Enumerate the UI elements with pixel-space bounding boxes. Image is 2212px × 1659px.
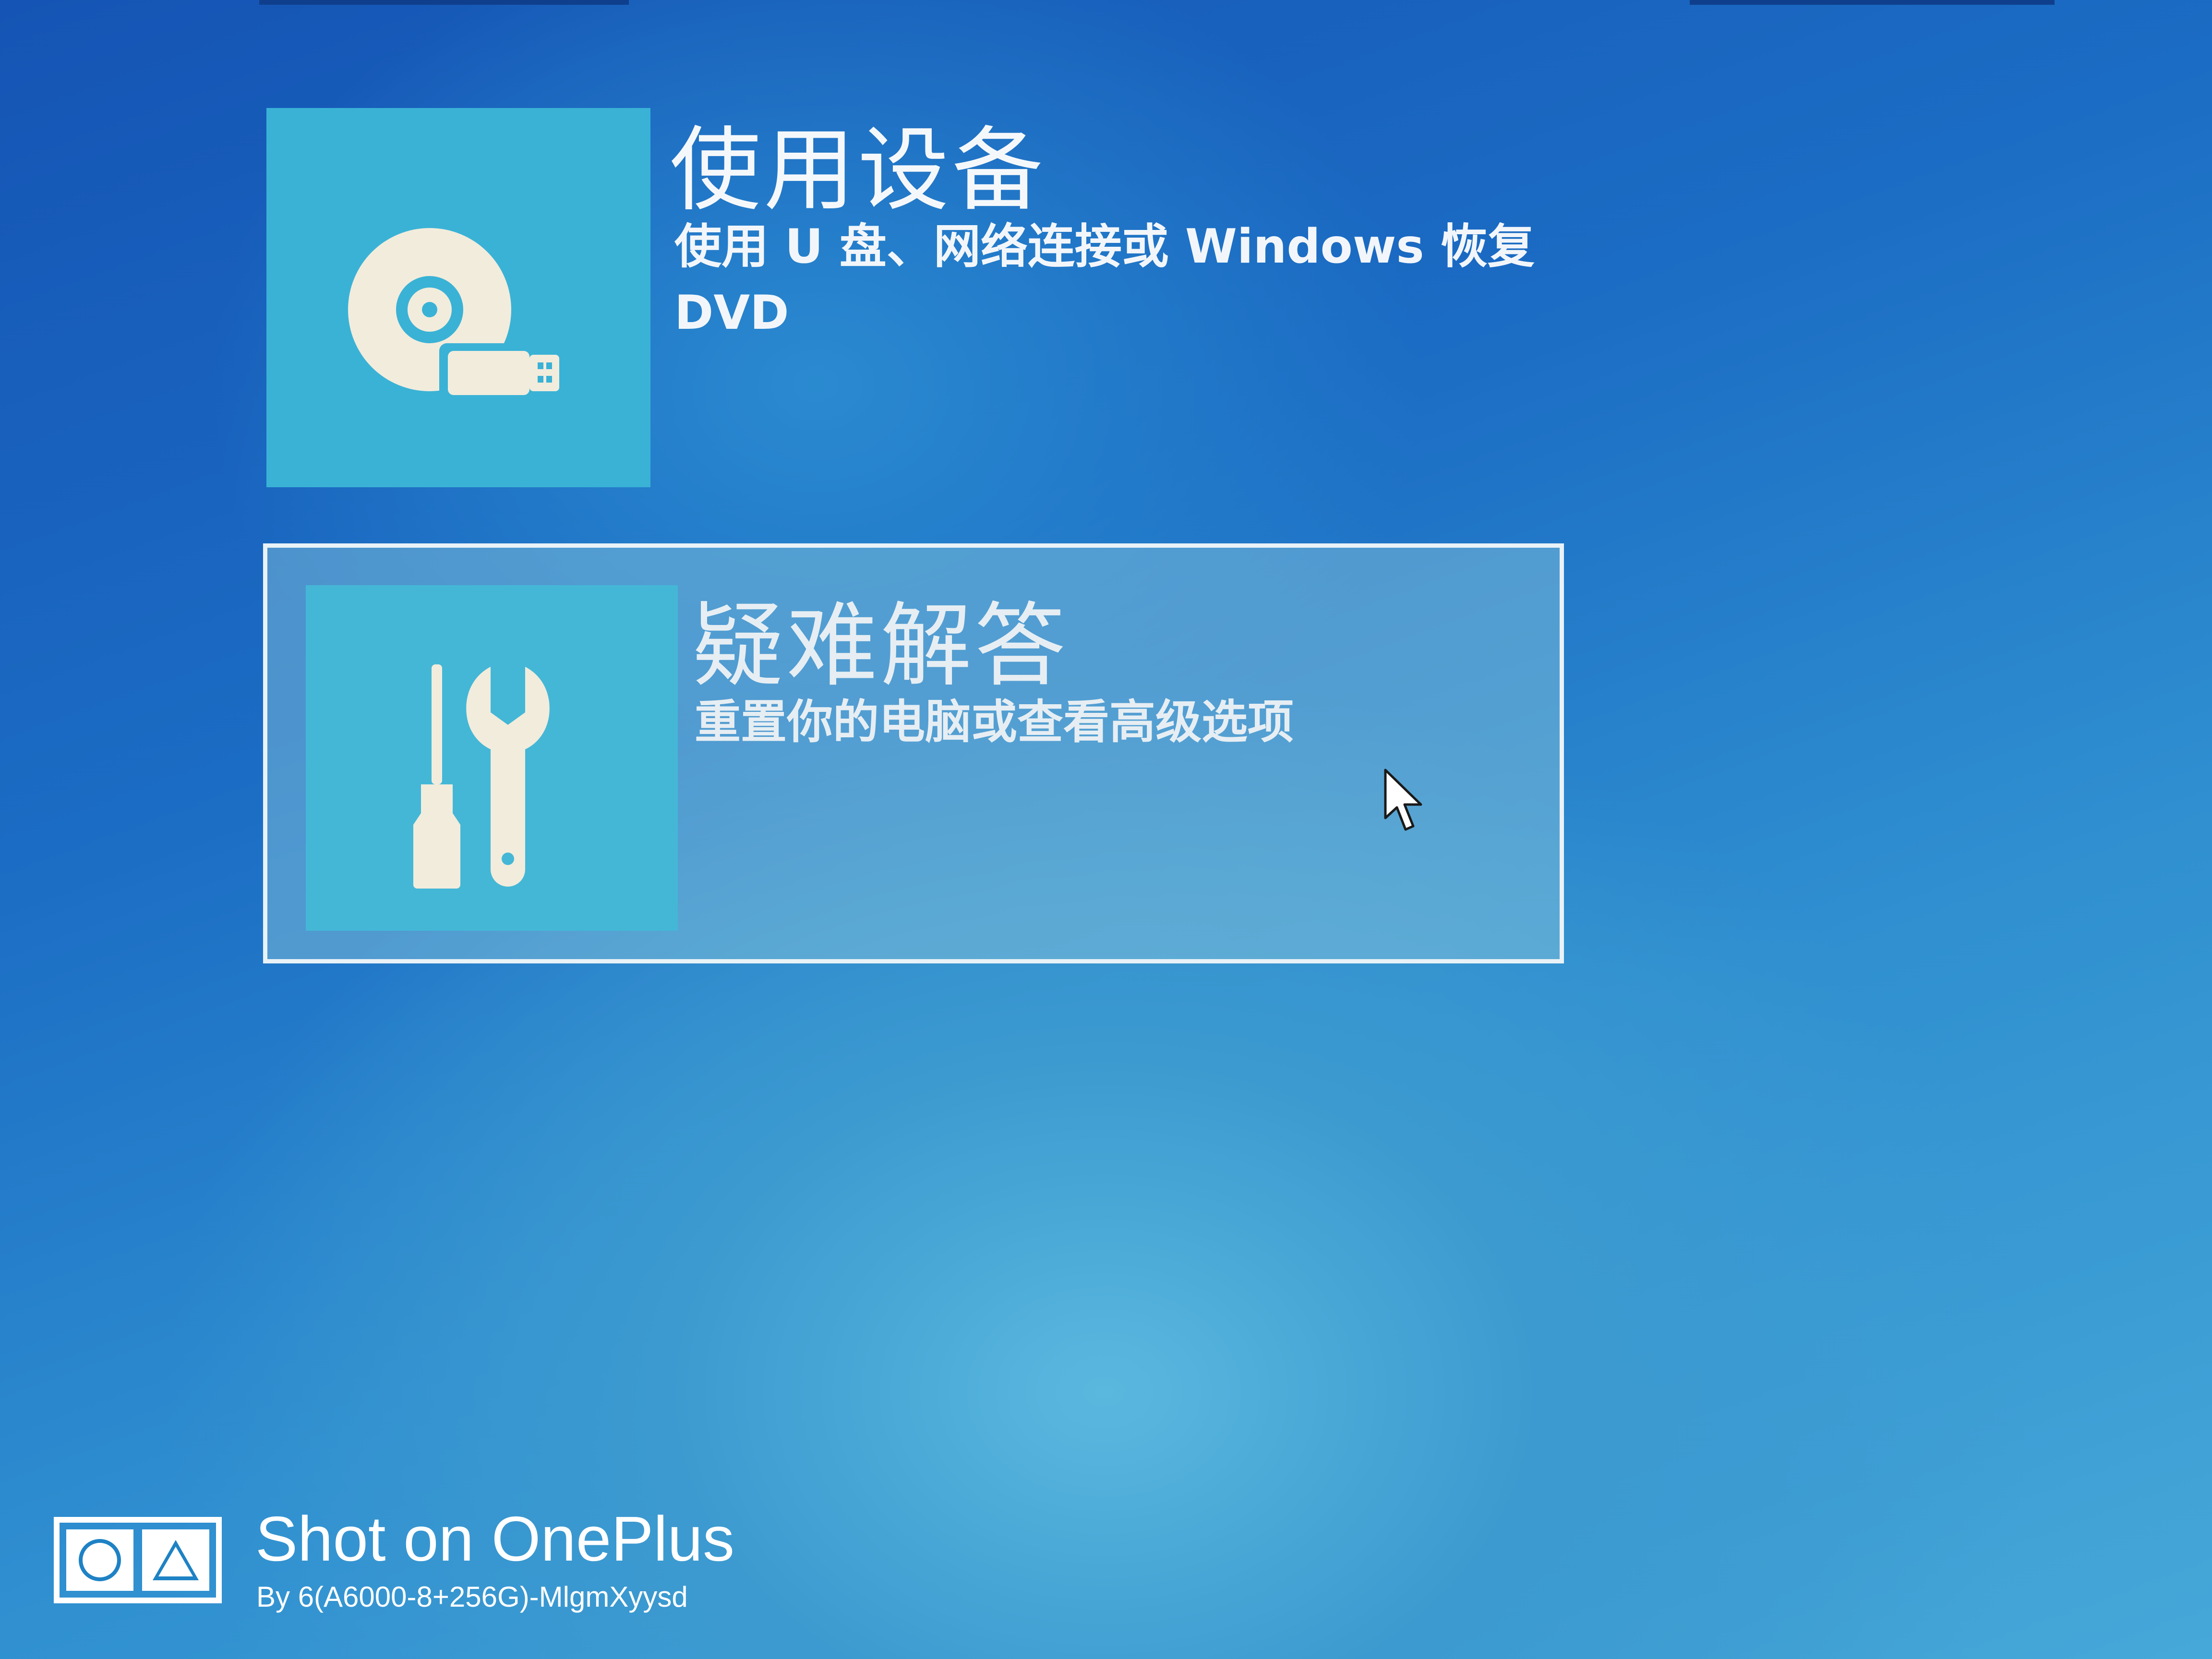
troubleshoot-title: 疑难解答 [692, 593, 1069, 699]
use-device-description: 使用 U 盘、网络连接或 Windows 恢复 DVD [674, 219, 1535, 340]
watermark-title: Shot on OnePlus [255, 1503, 734, 1574]
troubleshoot-description: 重置你的电脑或查看高级选项 [695, 695, 1294, 749]
use-device-tile[interactable] [266, 108, 650, 487]
disc-usb-icon [348, 228, 559, 401]
camera-logo-icon [54, 1517, 222, 1603]
option-troubleshoot[interactable]: 疑难解答 重置你的电脑或查看高级选项 [263, 543, 1564, 963]
use-device-title: 使用设备 [670, 117, 1046, 223]
troubleshoot-tile[interactable] [306, 585, 678, 931]
watermark-subtitle: By 6(A6000-8+256G)-MlgmXyysd [256, 1581, 688, 1613]
top-strip-right [1690, 0, 2055, 5]
tools-icon [413, 664, 550, 889]
mouse-cursor-icon [1384, 769, 1422, 831]
top-strip-left [259, 0, 629, 5]
